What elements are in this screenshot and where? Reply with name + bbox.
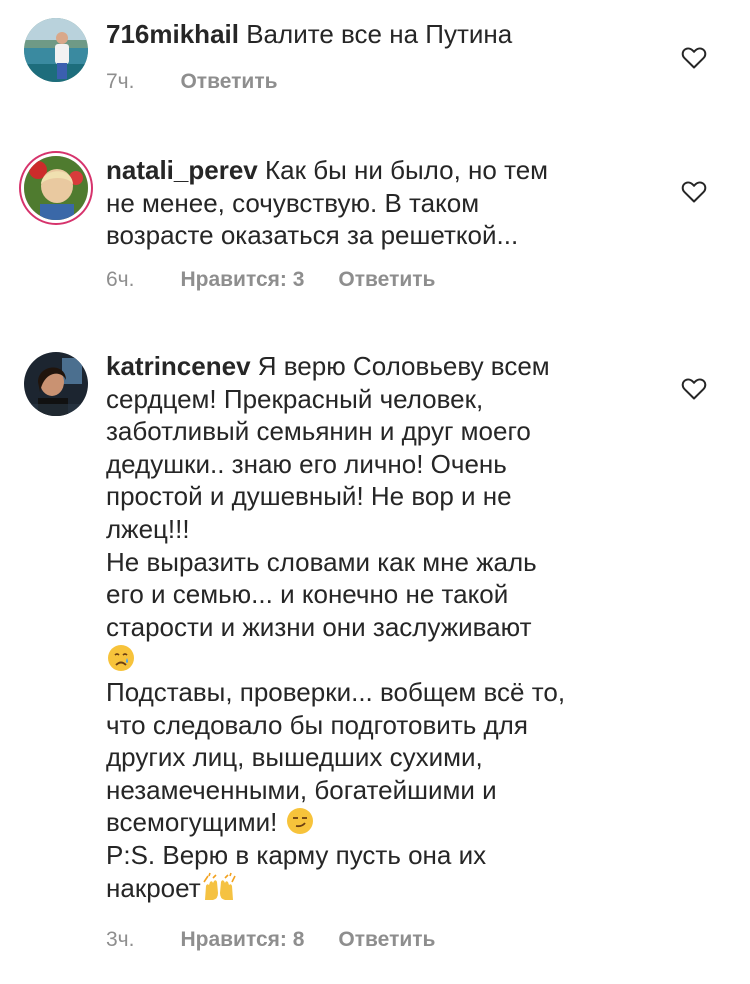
avatar-716mikhail[interactable] <box>24 18 88 82</box>
raising-hands-emoji-icon <box>202 872 236 900</box>
likes-count[interactable]: Нравится: 8 <box>180 928 304 952</box>
comment-text-line: заботливый семьянин и друг моего <box>106 416 531 447</box>
comment-text-line: дедушки.. знаю его лично! Очень <box>106 448 507 479</box>
comment-text-line: P:S. Верю в карму пусть она их <box>106 839 487 870</box>
comment-text: Валите все на Путина <box>246 19 513 49</box>
comment-text-line: Не выразить словами как мне жаль <box>106 546 537 577</box>
avatar-katrincenev[interactable] <box>24 352 88 416</box>
comment-time: 3ч. <box>106 928 135 951</box>
comment-text-line: Подставы, проверки... вобщем всё то, <box>106 676 566 707</box>
likes-count[interactable]: Нравится: 3 <box>180 268 304 292</box>
comment-text-line: его и семью... и конечно не такой <box>106 579 509 610</box>
comment-username[interactable]: katrincenev <box>106 351 251 381</box>
comment-text-line: Я верю Соловьеву всем <box>257 351 550 381</box>
comment-text-line: всемогущими! <box>106 807 278 838</box>
reply-button[interactable]: Ответить <box>180 70 277 94</box>
reply-button[interactable]: Ответить <box>338 928 435 952</box>
emoji-line <box>106 643 626 676</box>
comment-username[interactable]: natali_perev <box>106 155 258 185</box>
comment-text-line: что следовало бы подготовить для <box>106 709 528 740</box>
comment-text-line: лжец!!! <box>106 513 190 544</box>
comment-text-line: сердцем! Прекрасный человек, <box>106 383 484 414</box>
comment-text-line: Как бы ни было, но тем <box>264 155 549 185</box>
heart-outline-icon[interactable] <box>681 377 707 401</box>
avatar-natali-perev[interactable] <box>24 156 88 220</box>
heart-outline-icon[interactable] <box>681 180 707 204</box>
crying-face-emoji-icon <box>108 645 134 672</box>
comment-text-line: незамеченными, богатейшими и <box>106 774 497 805</box>
comment-natali-perev: natali_perev Как бы ни было, но тем не м… <box>0 130 750 330</box>
comment-time: 6ч. <box>106 268 135 291</box>
comment-text-line: других лиц, вышедших сухими, <box>106 742 483 773</box>
comment-time: 7ч. <box>106 70 135 93</box>
heart-outline-icon[interactable] <box>681 46 707 70</box>
comment-katrincenev: katrincenev Я верю Соловьеву всем сердце… <box>0 330 750 984</box>
smirking-face-emoji-icon <box>286 808 313 835</box>
comment-text-line: накроет <box>106 872 201 903</box>
comment-username[interactable]: 716mikhail <box>106 19 239 49</box>
reply-button[interactable]: Ответить <box>338 268 435 292</box>
comment-text-line: простой и душевный! Не вор и не <box>106 481 512 512</box>
comment-716mikhail: 716mikhail Валите все на Путина 7ч. Ответ… <box>0 0 750 130</box>
comment-text-line: старости и жизни они заслуживают <box>106 611 532 642</box>
comment-text-line: не менее, сочувствую. В таком <box>106 187 480 218</box>
comment-text-line: возрасте оказаться за решеткой... <box>106 220 519 251</box>
